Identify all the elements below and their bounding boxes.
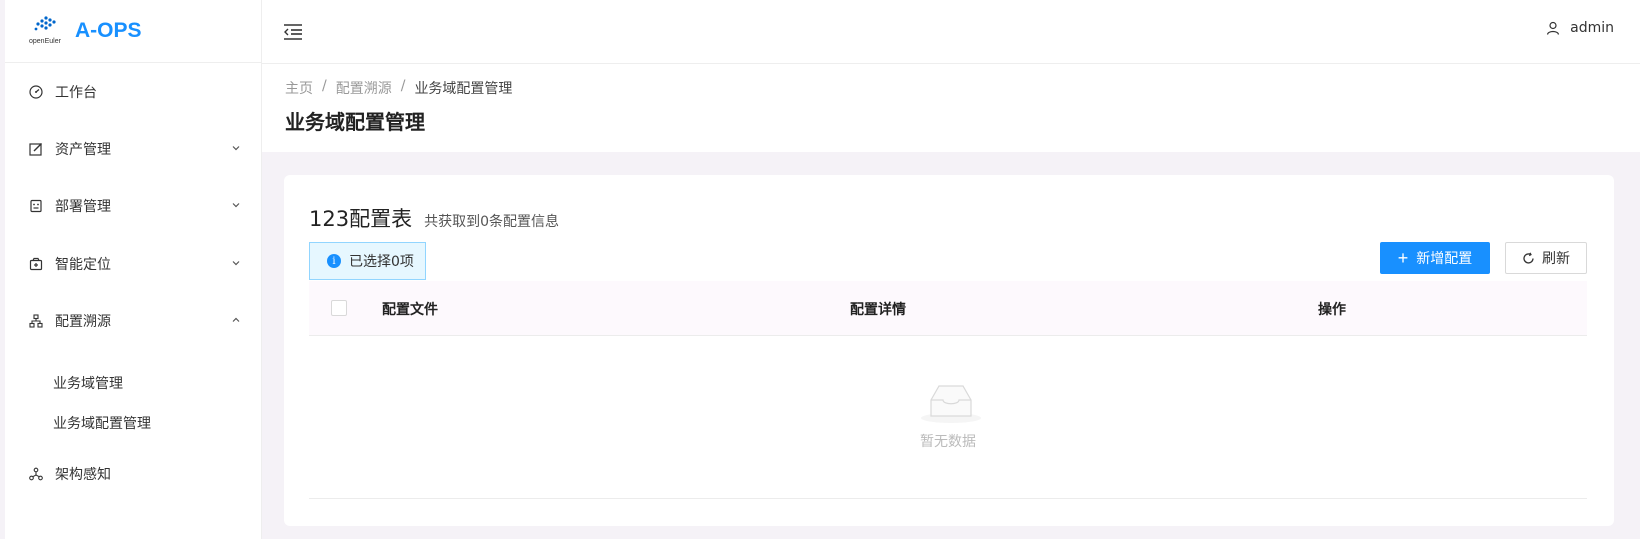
- sidebar-item-label: 架构感知: [55, 467, 111, 483]
- card-title: 123配置表: [309, 207, 413, 231]
- sidebar-item-diagnosis[interactable]: 智能定位: [5, 244, 261, 284]
- sidebar-item-label: 工作台: [55, 85, 97, 101]
- sidebar-item-label: 部署管理: [55, 199, 111, 215]
- column-header-action: 操作: [1318, 302, 1346, 318]
- user-menu[interactable]: admin: [1546, 20, 1614, 36]
- chevron-down-icon: [232, 203, 240, 208]
- refresh-label: 刷新: [1542, 250, 1570, 266]
- table-empty-state: 暂无数据: [309, 336, 1587, 499]
- breadcrumb-home[interactable]: 主页: [285, 78, 313, 98]
- empty-inbox-icon: [921, 385, 981, 423]
- medicine-box-icon: [29, 257, 43, 271]
- menu-fold-icon[interactable]: [283, 23, 303, 41]
- plus-icon: +: [1397, 248, 1409, 268]
- page-title: 业务域配置管理: [285, 110, 425, 134]
- breadcrumb-separator: /: [400, 78, 406, 94]
- breadcrumb-separator: /: [322, 78, 327, 94]
- app-title: A-OPS: [75, 19, 142, 42]
- sidebar-subitem-label: 业务域配置管理: [53, 416, 151, 432]
- user-icon: [1547, 21, 1560, 35]
- reload-icon: [1523, 252, 1534, 264]
- cluster-icon: [29, 314, 43, 328]
- logo-subtext: openEuler: [29, 38, 61, 45]
- deployment-unit-icon: [29, 467, 43, 481]
- selection-alert: i 已选择0项: [309, 242, 426, 280]
- sidebar-subitem-label: 业务域管理: [53, 376, 123, 392]
- config-table-card: 123配置表 共获取到0条配置信息 i 已选择0项 + 新增配置 刷新 配置文件…: [284, 175, 1614, 526]
- add-config-label: 新增配置: [1416, 250, 1473, 266]
- logo-area: openEuler A-OPS: [5, 0, 261, 63]
- sidebar-item-architecture[interactable]: 架构感知: [5, 454, 261, 494]
- empty-text: 暂无数据: [920, 434, 976, 450]
- info-icon: i: [327, 254, 341, 268]
- sidebar-subitem-domain-manage[interactable]: 业务域管理: [5, 367, 261, 399]
- sidebar-item-label: 配置溯源: [55, 314, 111, 330]
- sidebar-item-deploy[interactable]: 部署管理: [5, 186, 261, 226]
- chevron-down-icon: [232, 261, 240, 266]
- openeuler-logo: openEuler: [29, 14, 63, 48]
- sidebar-item-dashboard[interactable]: 工作台: [5, 72, 261, 112]
- sidebar: openEuler A-OPS 工作台 资产管理 部署管理 智能定位 配置溯源 …: [5, 0, 262, 539]
- refresh-button[interactable]: 刷新: [1505, 242, 1587, 274]
- logo-dots-icon: [34, 16, 56, 31]
- card-title-row: 123配置表 共获取到0条配置信息: [309, 203, 559, 233]
- selection-count: 已选择0项: [349, 254, 414, 270]
- page-header: 主页 / 配置溯源 / 业务域配置管理 业务域配置管理: [262, 64, 1640, 152]
- user-name: admin: [1570, 20, 1614, 36]
- sidebar-item-config-trace[interactable]: 配置溯源: [5, 301, 261, 341]
- add-config-button[interactable]: + 新增配置: [1380, 242, 1490, 274]
- chevron-up-icon: [232, 317, 240, 322]
- card-subtitle: 共获取到0条配置信息: [424, 214, 560, 230]
- sidebar-item-label: 资产管理: [55, 142, 111, 158]
- robot-icon: [29, 199, 43, 213]
- top-header: admin: [262, 0, 1640, 64]
- breadcrumb-config-trace[interactable]: 配置溯源: [336, 78, 392, 98]
- sidebar-item-assets[interactable]: 资产管理: [5, 129, 261, 169]
- breadcrumb: 主页 / 配置溯源 / 业务域配置管理: [285, 78, 512, 98]
- column-header-file: 配置文件: [382, 302, 438, 318]
- column-header-detail: 配置详情: [850, 302, 906, 318]
- chevron-down-icon: [232, 146, 240, 151]
- breadcrumb-current: 业务域配置管理: [414, 81, 513, 97]
- select-all-checkbox[interactable]: [331, 300, 347, 316]
- sidebar-item-label: 智能定位: [55, 257, 111, 273]
- dashboard-icon: [29, 85, 43, 99]
- table-header: 配置文件 配置详情 操作: [309, 281, 1587, 336]
- sidebar-subitem-domain-config-manage[interactable]: 业务域配置管理: [5, 407, 261, 439]
- edit-square-icon: [29, 142, 43, 156]
